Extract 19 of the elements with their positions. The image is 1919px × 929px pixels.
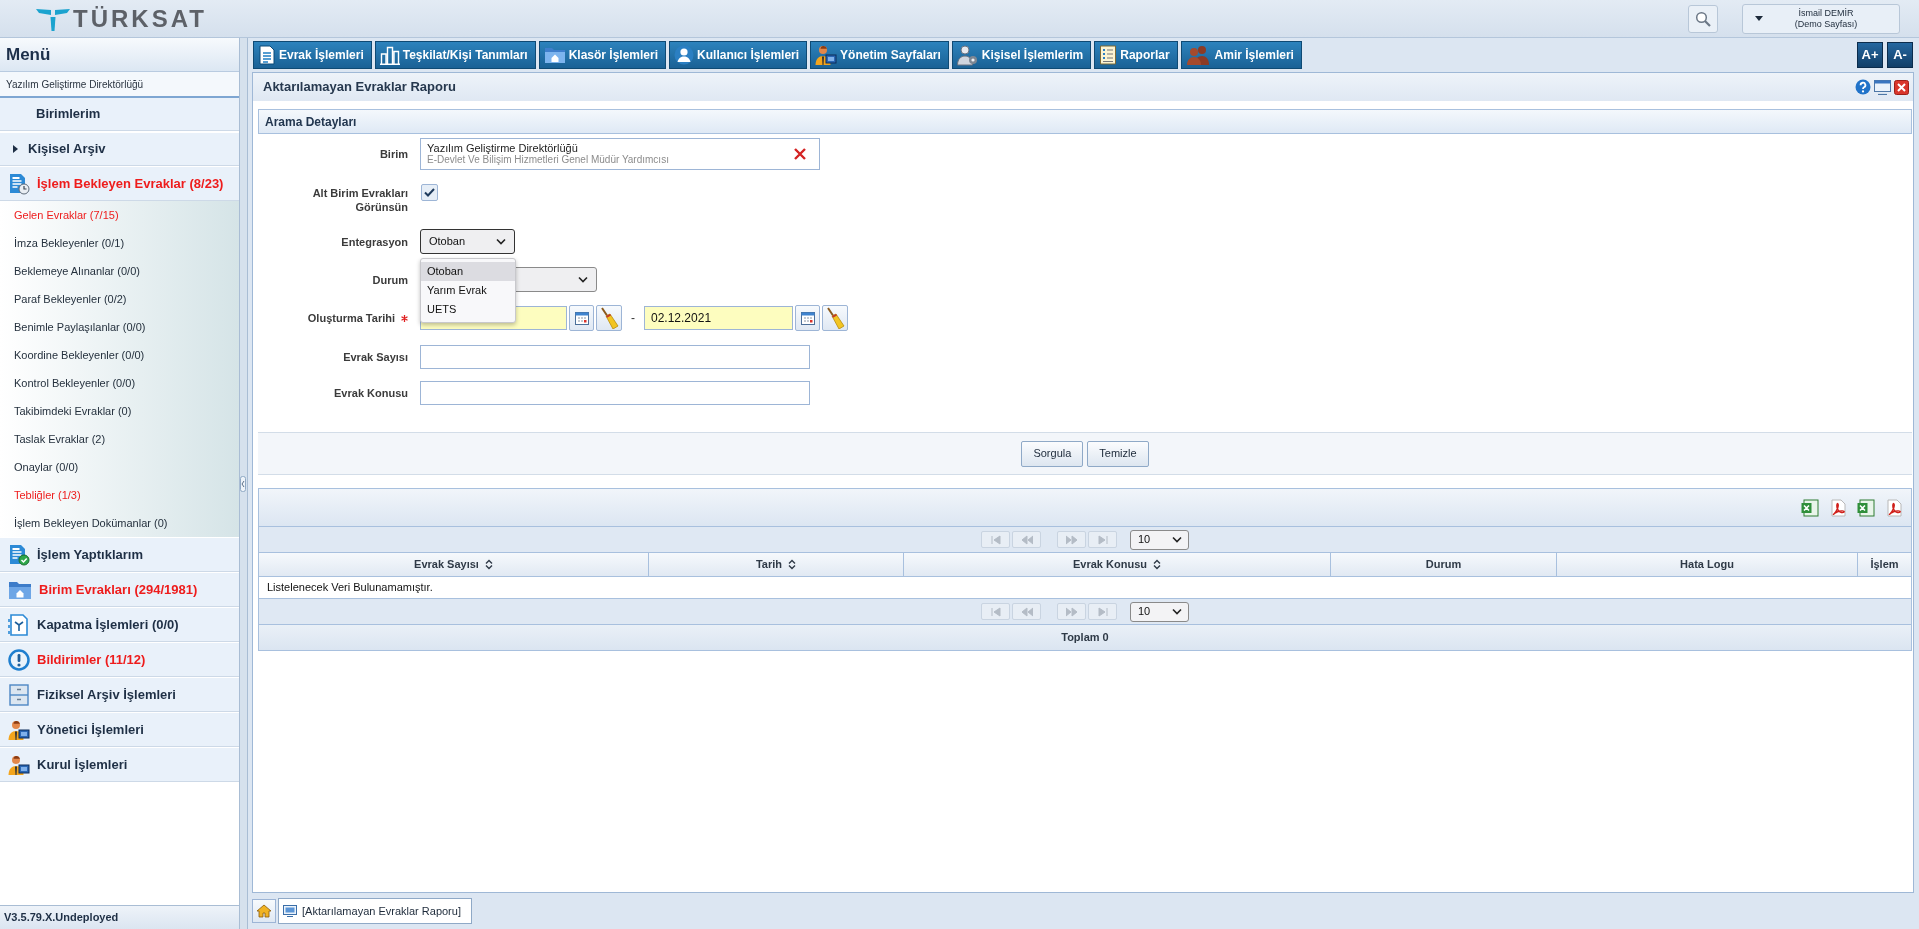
field-label: Oluşturma Tarihi xyxy=(307,310,395,326)
field-label: Durum xyxy=(372,272,408,287)
column-header: Durum xyxy=(1331,553,1557,576)
total-footer: Toplam 0 xyxy=(259,624,1911,650)
logo-text: TÜRKSAT xyxy=(73,6,207,31)
field-label: Evrak Sayısı xyxy=(343,350,408,364)
column-header: İşlem xyxy=(1858,553,1911,576)
range-separator: - xyxy=(631,310,635,327)
field-label: Alt Birim Evrakları Görünsün xyxy=(311,186,408,214)
panel-title: Aktarılamayan Evraklar Raporu xyxy=(263,78,456,97)
field-label: Birim xyxy=(379,147,408,161)
section-header: Arama Detayları xyxy=(258,109,1912,134)
field-label: Evrak Konusu xyxy=(334,386,408,400)
column-header: Hata Logu xyxy=(1557,553,1858,576)
empty-message: Listelenecek Veri Bulunamamıştır. xyxy=(267,580,433,596)
menu-title: Menü xyxy=(0,38,239,72)
field-label: Entegrasyon xyxy=(341,234,408,249)
version-label: V3.5.79.X.Undeployed xyxy=(0,905,239,929)
unit-name: Yazılım Geliştirme Direktörlüğü xyxy=(0,72,239,98)
